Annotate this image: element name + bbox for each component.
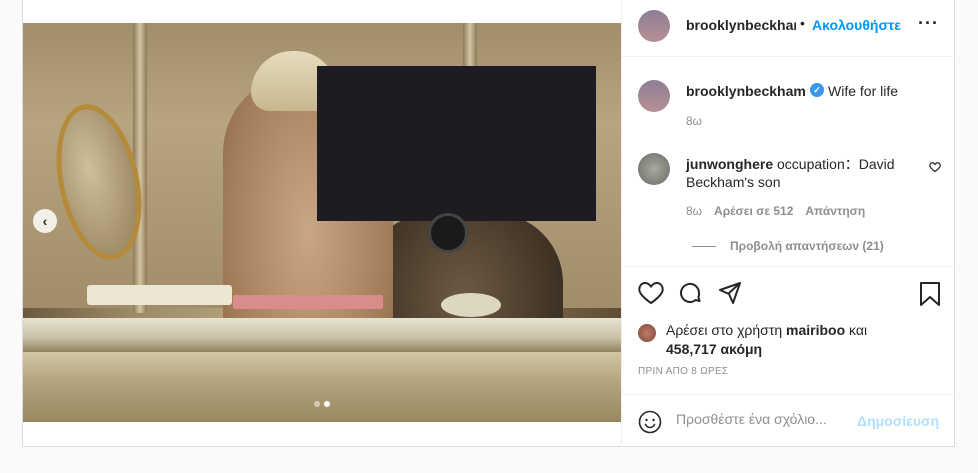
- comment-icon[interactable]: [678, 281, 702, 305]
- carousel-dot-active: [324, 401, 330, 407]
- likes-count[interactable]: 458,717 ακόμη: [666, 341, 762, 357]
- likes-prefix: Αρέσει στο χρήστη: [666, 322, 783, 338]
- likes-conj: και: [849, 322, 868, 338]
- header-separator: •: [800, 15, 805, 31]
- post-photo[interactable]: ‹: [23, 23, 621, 422]
- caption-time[interactable]: 8ω: [686, 114, 702, 128]
- emoji-icon[interactable]: [638, 410, 662, 434]
- add-comment-bar: Δημοσίευση: [622, 394, 957, 448]
- comment-username[interactable]: junwonghere: [686, 156, 773, 172]
- comment-input[interactable]: [676, 411, 856, 427]
- view-replies-button[interactable]: Προβολή απαντήσεων (21): [692, 239, 884, 253]
- like-heart-icon[interactable]: [638, 281, 664, 305]
- carousel-dots: [314, 401, 330, 407]
- photo-counter-front: [23, 352, 621, 422]
- post-timestamp[interactable]: ΠΡΙΝ ΑΠΟ 8 ΩΡΕΣ: [638, 366, 728, 377]
- photo-dark-rectangle: [317, 66, 596, 221]
- share-icon[interactable]: [718, 281, 742, 305]
- comment-meta: 8ω Αρέσει σε 512 Απάντηση: [686, 204, 865, 218]
- reply-button[interactable]: Απάντηση: [805, 204, 865, 218]
- post-sidebar: brooklynbeckham • Ακολουθήστε ··· brookl…: [621, 0, 957, 447]
- liker-username[interactable]: mairiboo: [786, 322, 845, 338]
- post-card: ‹ brooklynbeckham • Ακολουθήστε ··· broo…: [22, 0, 957, 447]
- avatar[interactable]: [638, 10, 670, 42]
- photo-counter: [23, 318, 621, 352]
- bookmark-icon[interactable]: [919, 281, 941, 307]
- photo-item: [441, 293, 501, 317]
- caption-text: Wife for life: [828, 83, 899, 99]
- likes-line: Αρέσει στο χρήστη mairiboo και: [666, 322, 966, 338]
- post-comment-button[interactable]: Δημοσίευση: [857, 413, 939, 429]
- chevron-left-icon: ‹: [42, 213, 48, 229]
- carousel-prev-button[interactable]: ‹: [33, 209, 57, 233]
- carousel-dot: [314, 401, 320, 407]
- avatar[interactable]: [638, 80, 670, 112]
- follow-button[interactable]: Ακολουθήστε: [812, 17, 901, 33]
- more-icon[interactable]: ···: [918, 13, 939, 34]
- liker-avatar[interactable]: [638, 324, 656, 342]
- header-username[interactable]: brooklynbeckham: [686, 17, 796, 33]
- replies-divider: [692, 245, 716, 247]
- comment-likes[interactable]: Αρέσει σε 512: [714, 204, 793, 218]
- action-bar: [622, 266, 957, 322]
- verified-badge-icon: ✓: [810, 83, 824, 97]
- post-header: brooklynbeckham • Ακολουθήστε ···: [622, 0, 957, 57]
- photo-item: [233, 295, 383, 309]
- comment-text: junwonghere occupation：David Beckham's s…: [686, 155, 906, 191]
- heart-icon[interactable]: [929, 161, 941, 173]
- avatar[interactable]: [638, 153, 670, 185]
- view-replies-label: Προβολή απαντήσεων (21): [730, 239, 884, 253]
- caption-username[interactable]: brooklynbeckham: [686, 83, 806, 99]
- comment-time[interactable]: 8ω: [686, 204, 702, 218]
- photo-item: [87, 285, 232, 305]
- photo-camera: [428, 213, 468, 253]
